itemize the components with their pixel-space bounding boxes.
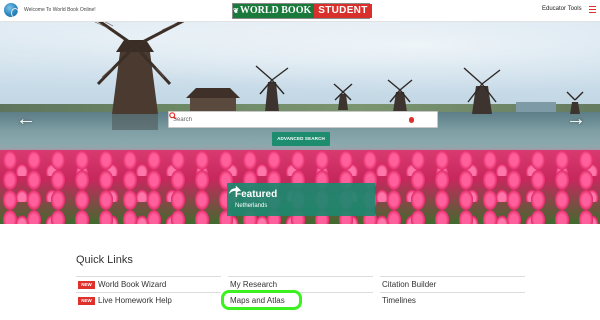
search-input[interactable] xyxy=(173,114,397,126)
quick-links-title: Quick Links xyxy=(76,254,133,266)
hero-banner: ← → ADVANCED SEARCH Featured Netherlands xyxy=(0,22,600,224)
top-bar: Welcome To World Book Online! ❦ WORLD BO… xyxy=(0,0,600,22)
logo-student-text: STUDENT xyxy=(314,4,372,18)
carousel-prev-arrow-icon[interactable]: ← xyxy=(16,109,36,129)
quick-link-citation-builder[interactable]: Citation Builder xyxy=(380,276,525,292)
advanced-search-button[interactable]: ADVANCED SEARCH xyxy=(272,132,330,146)
carousel-next-arrow-icon[interactable]: → xyxy=(566,109,586,129)
maps-and-atlas-highlight xyxy=(221,290,302,310)
search-icon[interactable] xyxy=(169,112,177,120)
quick-link-label: Live Homework Help xyxy=(98,296,172,305)
world-book-globe-icon[interactable] xyxy=(4,3,19,18)
welcome-text: Welcome To World Book Online! xyxy=(24,7,96,13)
logo-world-book-text: WORLD BOOK xyxy=(238,4,315,18)
quick-link-label: World Book Wizard xyxy=(98,280,167,289)
quick-link-timelines[interactable]: Timelines xyxy=(380,292,525,308)
quick-link-label: My Research xyxy=(230,280,278,289)
featured-card[interactable]: Featured Netherlands xyxy=(227,183,375,216)
new-badge: NEW xyxy=(78,297,95,305)
new-badge: NEW xyxy=(78,281,95,289)
hamburger-menu-icon[interactable] xyxy=(589,6,596,13)
search-bar xyxy=(168,111,438,128)
quick-link-label: Citation Builder xyxy=(382,280,437,289)
featured-title: Featured xyxy=(235,189,278,200)
quick-link-world-book-wizard[interactable]: NEW World Book Wizard xyxy=(76,276,221,292)
share-arrow-icon[interactable] xyxy=(227,183,241,197)
quick-link-label: Timelines xyxy=(382,296,416,305)
microphone-icon[interactable] xyxy=(409,117,414,123)
featured-subtitle: Netherlands xyxy=(235,203,268,209)
quick-link-live-homework-help[interactable]: NEW Live Homework Help xyxy=(76,292,221,308)
world-book-student-logo[interactable]: ❦ WORLD BOOK STUDENT xyxy=(232,3,372,19)
educator-tools-link[interactable]: Educator Tools xyxy=(542,6,582,12)
